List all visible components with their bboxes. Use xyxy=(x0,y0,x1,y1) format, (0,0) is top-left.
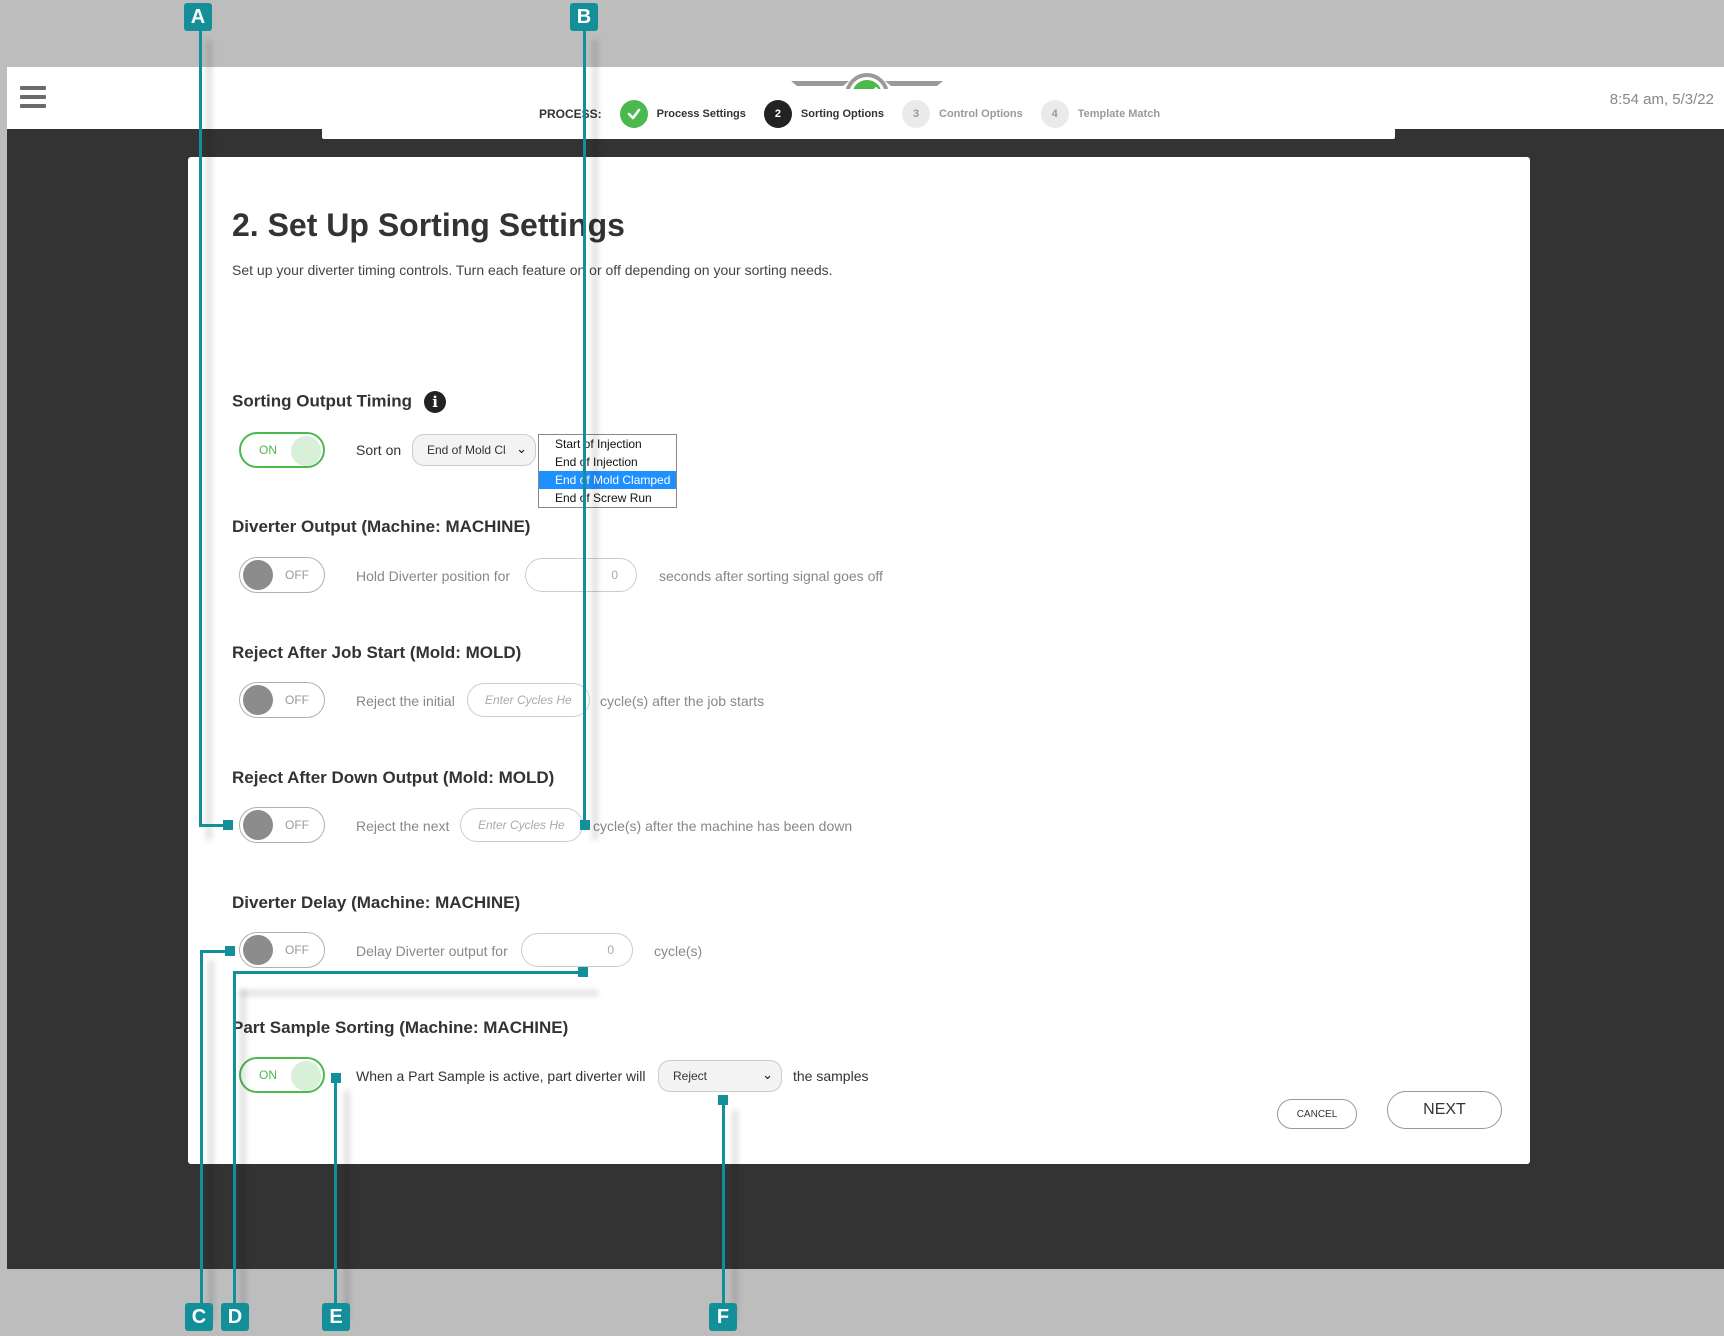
annotation-badge-d: D xyxy=(221,1303,249,1331)
dropdown-option[interactable]: End of Screw Run xyxy=(539,489,676,507)
reject-next-suffix: cycle(s) after the machine has been down xyxy=(593,818,853,834)
toggle-knob xyxy=(243,560,273,590)
dropdown-option[interactable]: End of Injection xyxy=(539,453,676,471)
sort-on-select[interactable]: End of Mold Cl ⌄ xyxy=(412,434,536,466)
section-heading: Sorting Output Timing xyxy=(232,391,413,411)
step-label: Process Settings xyxy=(656,108,746,120)
reject-next-label: Reject the next xyxy=(356,818,450,834)
annotation-badge-f: F xyxy=(709,1303,737,1331)
toggle-knob xyxy=(291,1061,321,1091)
cancel-button[interactable]: CANCEL xyxy=(1277,1099,1357,1129)
select-value: Reject xyxy=(673,1069,708,1083)
process-stepper: PROCESS: Process Settings 2 Sorting Opti… xyxy=(322,89,1395,139)
part-sample-suffix: the samples xyxy=(793,1068,869,1084)
next-button[interactable]: NEXT xyxy=(1387,1091,1502,1129)
reject-initial-label: Reject the initial xyxy=(356,693,455,709)
reject-initial-input[interactable]: Enter Cycles He xyxy=(467,683,590,717)
sorting-output-toggle[interactable]: ON xyxy=(239,432,325,468)
reject-down-output-toggle[interactable]: OFF xyxy=(239,807,325,843)
sort-on-label: Sort on xyxy=(356,442,402,458)
step-label: Template Match xyxy=(1077,108,1161,120)
toggle-knob xyxy=(243,810,273,840)
toggle-knob xyxy=(243,685,273,715)
toggle-label: ON xyxy=(259,1068,277,1082)
diverter-delay-toggle[interactable]: OFF xyxy=(239,932,325,968)
delay-diverter-label: Delay Diverter output for xyxy=(356,943,508,959)
toggle-label: ON xyxy=(259,443,277,457)
part-sample-action-select[interactable]: Reject ⌄ xyxy=(658,1060,782,1092)
part-sample-toggle[interactable]: ON xyxy=(239,1057,325,1093)
step-sorting-options[interactable]: 2 Sorting Options xyxy=(763,100,885,128)
toggle-knob xyxy=(291,436,321,466)
section-heading: Reject After Down Output (Mold: MOLD) xyxy=(232,768,555,787)
dropdown-option-selected[interactable]: End of Mold Clamped xyxy=(539,471,676,489)
part-sample-label: When a Part Sample is active, part diver… xyxy=(356,1068,646,1084)
page-title: 2. Set Up Sorting Settings xyxy=(232,207,625,243)
toggle-label: OFF xyxy=(285,943,309,957)
step-label: Control Options xyxy=(939,108,1023,120)
section-heading: Diverter Delay (Machine: MACHINE) xyxy=(232,893,521,912)
hold-diverter-label: Hold Diverter position for xyxy=(356,568,511,584)
menu-icon[interactable] xyxy=(20,86,46,108)
clock-label: 8:54 am, 5/3/22 xyxy=(1609,91,1714,108)
section-heading: Reject After Job Start (Mold: MOLD) xyxy=(232,643,522,662)
toggle-label: OFF xyxy=(285,818,309,832)
section-heading: Diverter Output (Machine: MACHINE) xyxy=(232,517,531,536)
delay-diverter-suffix: cycle(s) xyxy=(654,943,703,959)
step-template-match[interactable]: 4 Template Match xyxy=(1040,100,1161,128)
section-sorting-output-timing: Sorting Output Timing i xyxy=(232,391,447,413)
check-icon xyxy=(619,100,648,128)
toggle-label: OFF xyxy=(285,568,309,582)
step-number: 3 xyxy=(902,100,931,128)
step-process-settings[interactable]: Process Settings xyxy=(619,100,746,128)
page-subtitle: Set up your diverter timing controls. Tu… xyxy=(232,262,833,278)
annotation-badge-c: C xyxy=(185,1303,213,1331)
settings-card: 2. Set Up Sorting Settings Set up your d… xyxy=(188,157,1530,1164)
dropdown-option[interactable]: Start of Injection xyxy=(539,435,676,453)
reject-job-start-toggle[interactable]: OFF xyxy=(239,682,325,718)
delay-cycles-input[interactable]: 0 xyxy=(521,933,633,967)
reject-next-input[interactable]: Enter Cycles He xyxy=(460,808,583,842)
chevron-down-icon: ⌄ xyxy=(762,1067,773,1082)
diverter-output-toggle[interactable]: OFF xyxy=(239,557,325,593)
sort-on-dropdown: Start of Injection End of Injection End … xyxy=(538,434,677,508)
reject-initial-suffix: cycle(s) after the job starts xyxy=(600,693,765,709)
info-icon[interactable]: i xyxy=(424,391,447,413)
hold-diverter-suffix: seconds after sorting signal goes off xyxy=(659,568,883,584)
annotation-badge-b: B xyxy=(570,3,598,31)
section-heading: Part Sample Sorting (Machine: MACHINE) xyxy=(232,1018,569,1037)
step-label: Sorting Options xyxy=(800,108,885,120)
annotation-badge-a: A xyxy=(184,3,212,31)
step-number: 2 xyxy=(763,100,792,128)
select-value: End of Mold Cl xyxy=(427,443,506,457)
annotation-badge-e: E xyxy=(322,1303,350,1331)
chevron-down-icon: ⌄ xyxy=(516,441,527,456)
toggle-label: OFF xyxy=(285,693,309,707)
toggle-knob xyxy=(243,935,273,965)
step-number: 4 xyxy=(1040,100,1069,128)
hold-seconds-input[interactable]: 0 xyxy=(525,558,637,592)
step-control-options[interactable]: 3 Control Options xyxy=(902,100,1023,128)
